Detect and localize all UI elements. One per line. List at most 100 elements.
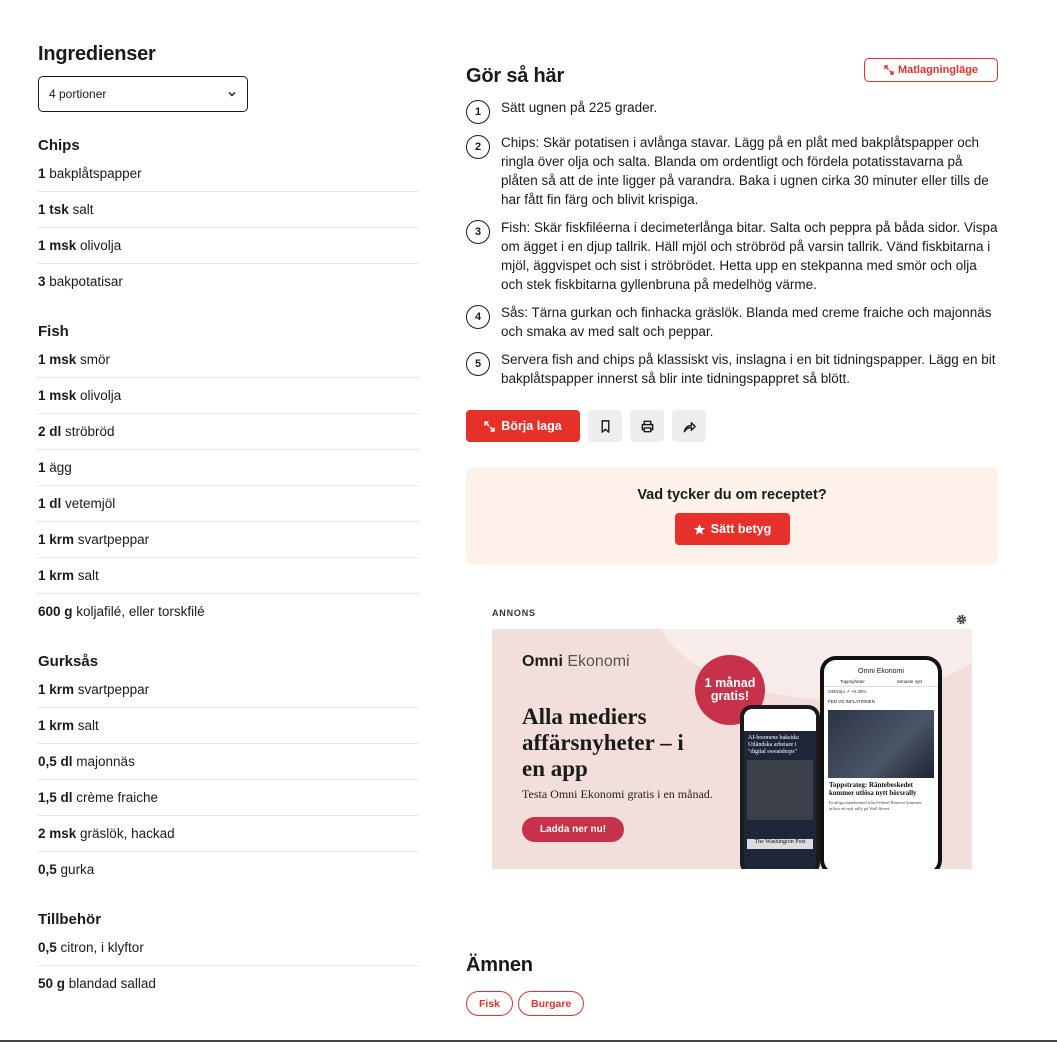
ad-cta-button[interactable]: Ladda ner nu! <box>522 817 624 842</box>
step-item: 2 Chips: Skär potatisen i avlånga stavar… <box>466 133 998 209</box>
step-number: 3 <box>466 220 490 244</box>
gear-icon[interactable] <box>955 613 968 626</box>
ingredient-group-chips: Chips 1 bakplåtspapper 1 tsk salt 1 msk … <box>38 136 418 300</box>
ingredient-qty: 1 krm <box>38 532 75 547</box>
phone-front-photo <box>828 710 934 778</box>
step-text: Sås: Tärna gurkan och finhacka gräslök. … <box>501 305 992 339</box>
ingredient-row: 1 bakplåtspapper <box>38 156 418 192</box>
ingredient-name: bakpotatisar <box>49 274 123 289</box>
ingredient-list: 0,5 citron, i klyftor 50 g blandad salla… <box>38 930 418 1002</box>
ingredient-row: 2 dl ströbröd <box>38 414 418 450</box>
share-arrow-icon <box>683 421 696 432</box>
step-number: 4 <box>466 305 490 329</box>
ingredient-qty: 1 tsk <box>38 202 69 217</box>
ingredient-group-gurksas: Gurksås 1 krm svartpeppar 1 krm salt 0,5… <box>38 652 418 888</box>
ingredient-name: koljafilé, eller torskfilé <box>76 604 205 619</box>
printer-icon <box>641 420 653 432</box>
ad-label: ANNONS <box>492 608 536 618</box>
ingredient-qty: 1 krm <box>38 718 75 733</box>
portions-select[interactable]: 4 portioner <box>38 76 248 112</box>
ingredient-qty: 2 dl <box>38 424 62 439</box>
ad-banner[interactable]: Omni Ekonomi Alla mediers affärsnyheter … <box>492 629 972 869</box>
phone-front-body: Kräftiga räntebesked från Federal Reserv… <box>829 800 922 811</box>
phone-front-brand: Omni Ekonomi <box>858 668 904 675</box>
step-item: 1 Sätt ugnen på 225 grader. <box>466 98 998 124</box>
phone-back-topbar <box>744 709 816 731</box>
step-number: 2 <box>466 135 490 159</box>
step-text: Chips: Skär potatisen i avlånga stavar. … <box>501 135 989 207</box>
instructions-section: Gör så här Matlagningläge 1 Sätt ugnen p… <box>466 58 998 565</box>
group-title: Fish <box>38 323 69 340</box>
ad-headline: Alla mediers affärsnyheter – i en app <box>522 704 684 781</box>
phone-front-news-tag: FED VS INFLATIONEN <box>828 699 875 704</box>
step-item: 5 Servera fish and chips på klassiskt vi… <box>466 350 998 388</box>
instructions-title: Gör så här <box>466 64 565 87</box>
rate-button-label: Sätt betyg <box>710 522 772 536</box>
ad-phone-front-image: Omni Ekonomi Toppnyheter Senaste nytt OM… <box>820 656 942 869</box>
expand-icon <box>884 65 894 75</box>
ingredient-name: smör <box>80 352 111 367</box>
group-title: Tillbehör <box>38 911 102 928</box>
phone-back-paper-name: The Washington Post <box>747 839 813 849</box>
ingredient-row: 1 ägg <box>38 450 418 486</box>
cook-mode-button[interactable]: Matlagningläge <box>864 58 998 82</box>
phone-front-tab: Toppnyheter <box>840 679 865 684</box>
topic-tag-fisk[interactable]: Fisk <box>466 991 514 1016</box>
ingredient-row: 0,5 dl majonnäs <box>38 744 418 780</box>
start-cooking-label: Börja laga <box>501 419 562 433</box>
ingredient-name: blandad sallad <box>68 976 156 991</box>
ingredient-qty: 50 g <box>38 976 66 991</box>
ingredient-name: salt <box>72 202 94 217</box>
phone-back-headline: AI-boomens baksida: Utländska arbetare i… <box>748 735 800 755</box>
ingredient-name: bakplåtspapper <box>49 166 142 181</box>
ingredient-row: 1 krm salt <box>38 558 418 594</box>
rate-button[interactable]: Sätt betyg <box>674 513 790 545</box>
ingredient-qty: 1,5 dl <box>38 790 73 805</box>
ingredient-qty: 1 <box>38 166 46 181</box>
ingredient-row: 1 msk smör <box>38 342 418 378</box>
ingredient-row: 1 msk olivolja <box>38 378 418 414</box>
phone-front-ticker: OMXSpi ↗ +0,35% <box>828 689 867 694</box>
phone-front-tab: Senaste nytt <box>896 679 922 684</box>
ingredient-qty: 1 krm <box>38 568 75 583</box>
ingredient-row: 0,5 gurka <box>38 852 418 888</box>
ingredient-qty: 2 msk <box>38 826 77 841</box>
ingredient-row: 3 bakpotatisar <box>38 264 418 300</box>
share-button[interactable] <box>672 410 706 442</box>
chevron-down-icon <box>228 92 236 97</box>
start-cooking-button[interactable]: Börja laga <box>466 410 580 442</box>
ingredient-row: 600 g koljafilé, eller torskfilé <box>38 594 418 630</box>
expand-icon <box>484 420 496 432</box>
ingredient-qty: 1 msk <box>38 352 77 367</box>
ingredient-group-tillbehor: Tillbehör 0,5 citron, i klyftor 50 g bla… <box>38 910 418 1002</box>
topics-title: Ämnen <box>466 954 533 976</box>
ingredients-title: Ingredienser <box>38 43 156 65</box>
phone-back-screen: AI-boomens baksida: Utländska arbetare i… <box>744 709 816 869</box>
cook-mode-label: Matlagningläge <box>897 64 979 76</box>
bookmark-icon <box>601 419 609 433</box>
phone-back-photo <box>747 760 813 820</box>
ingredient-row: 1 krm salt <box>38 708 418 744</box>
topic-tag-burgare[interactable]: Burgare <box>518 991 585 1016</box>
ingredient-name: ägg <box>49 460 72 475</box>
ingredient-name: gurka <box>60 862 95 877</box>
rating-box: Vad tycker du om receptet? Sätt betyg <box>466 467 998 565</box>
portions-value: 4 portioner <box>49 87 107 101</box>
ingredient-list: 1 bakplåtspapper 1 tsk salt 1 msk olivol… <box>38 156 418 300</box>
print-button[interactable] <box>630 410 664 442</box>
topic-tags: Fisk Burgare <box>466 991 585 1016</box>
ingredient-qty: 1 krm <box>38 682 75 697</box>
ad-brand-bold: Omni <box>522 653 563 670</box>
phone-front-headline: Toppstrateg: Räntebeskedet kommer utlösa… <box>829 781 917 797</box>
ingredient-qty: 0,5 <box>38 940 57 955</box>
ingredient-row: 1 krm svartpeppar <box>38 672 418 708</box>
ingredients-section: Ingredienser 4 portioner Chips 1 bakplåt… <box>38 40 418 991</box>
group-title: Chips <box>38 137 80 154</box>
step-number: 5 <box>466 352 490 376</box>
phone-front-screen: Omni Ekonomi Toppnyheter Senaste nytt OM… <box>824 660 938 869</box>
save-recipe-button[interactable] <box>588 410 622 442</box>
step-text: Servera fish and chips på klassiskt vis,… <box>501 352 996 386</box>
ingredient-name: majonnäs <box>76 754 135 769</box>
ingredient-row: 1 dl vetemjöl <box>38 486 418 522</box>
steps-list: 1 Sätt ugnen på 225 grader. 2 Chips: Skä… <box>466 98 998 388</box>
